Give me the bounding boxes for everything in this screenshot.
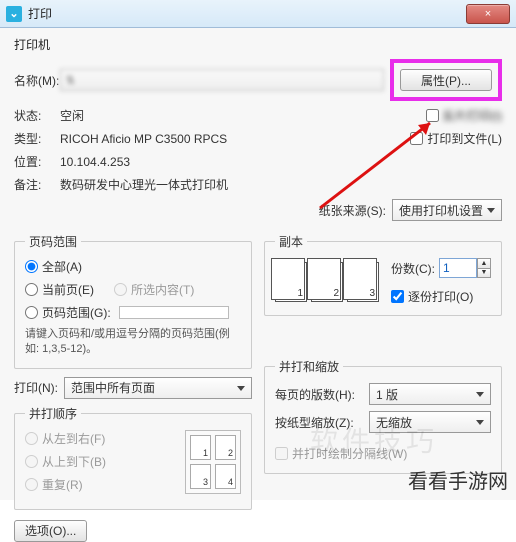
printer-type-value: RICOH Aficio MP C3500 RPCS	[60, 132, 227, 146]
pages-per-sheet-label: 每页的版数(H):	[275, 386, 369, 403]
copies-input[interactable]: 1	[439, 258, 477, 278]
page-range-group: 页码范围 全部(A) 当前页(E) 所选内容(T)	[14, 233, 252, 369]
printer-where-value: 10.104.4.253	[60, 155, 130, 169]
page-range-legend: 页码范围	[25, 233, 81, 250]
paper-source-dropdown[interactable]: 使用打印机设置	[392, 199, 502, 221]
collate-checkbox[interactable]: 逐份打印(O)	[391, 288, 491, 305]
print-to-file-checkbox[interactable]: 打印到文件(L)	[410, 130, 502, 147]
paper-source-label: 纸张来源(S):	[319, 202, 386, 219]
order-preview-icon: 1234	[185, 430, 241, 494]
close-button[interactable]: ×	[466, 4, 510, 24]
printer-status-row: 状态: 空闲 反片打印(I)	[14, 107, 502, 124]
printer-status-label: 状态:	[14, 107, 60, 124]
app-icon: ⌄	[6, 6, 22, 22]
printer-comment-label: 备注:	[14, 176, 60, 193]
scale-to-paper-dropdown[interactable]: 无缩放	[369, 411, 491, 433]
copies-legend: 副本	[275, 233, 307, 250]
printer-name-row: 名称(M): \\ 属性(P)...	[14, 59, 502, 101]
spin-up-icon: ▲	[478, 259, 490, 269]
options-button[interactable]: 选项(O)...	[14, 520, 87, 542]
print-order-legend: 并打顺序	[25, 405, 81, 422]
range-hint: 请键入页码和/或用逗号分隔的页码范围(例如: 1,3,5-12)。	[25, 327, 241, 358]
draw-border-checkbox: 并打时绘制分隔线(W)	[275, 445, 407, 462]
range-current-radio[interactable]: 当前页(E)	[25, 281, 94, 298]
printer-name-label: 名称(M):	[14, 72, 60, 89]
copies-group: 副本 1 2 3 份数(C): 1 ▲▼	[264, 233, 502, 316]
printer-type-label: 类型:	[14, 130, 60, 147]
collate-preview-icon: 1 2 3	[275, 262, 379, 302]
printer-where-row: 位置: 10.104.4.253	[14, 153, 502, 170]
close-icon: ×	[485, 8, 491, 20]
printer-section-title: 打印机	[14, 36, 502, 53]
scale-legend: 并打和缩放	[275, 358, 343, 375]
range-pages-input[interactable]	[119, 306, 229, 319]
print-what-row: 打印(N): 范围中所有页面	[14, 377, 252, 399]
window-title: 打印	[28, 5, 52, 22]
print-what-label: 打印(N):	[14, 379, 58, 396]
printer-where-label: 位置:	[14, 153, 60, 170]
order-ltr-radio: 从左到右(F)	[25, 430, 106, 447]
copies-count-row: 份数(C): 1 ▲▼	[391, 258, 491, 278]
spin-down-icon: ▼	[478, 269, 490, 278]
order-repeat-radio: 重复(R)	[25, 476, 106, 493]
print-what-dropdown[interactable]: 范围中所有页面	[64, 377, 252, 399]
scale-to-paper-label: 按纸型缩放(Z):	[275, 414, 369, 431]
printer-comment-value: 数码研发中心理光一体式打印机	[60, 176, 228, 193]
printer-type-row: 类型: RICOH Aficio MP C3500 RPCS 打印到文件(L)	[14, 130, 502, 147]
reverse-print-checkbox[interactable]: 反片打印(I)	[426, 107, 502, 124]
title-bar: ⌄ 打印 ×	[0, 0, 516, 28]
range-pages-radio[interactable]: 页码范围(G):	[25, 304, 241, 321]
range-selection-radio: 所选内容(T)	[114, 281, 194, 298]
printer-comment-row: 备注: 数码研发中心理光一体式打印机	[14, 176, 502, 193]
print-order-group: 并打顺序 从左到右(F) 从上到下(B) 重复(R) 1234	[14, 405, 252, 510]
printer-status-value: 空闲	[60, 107, 84, 124]
properties-highlight: 属性(P)...	[390, 59, 502, 101]
copies-spinner[interactable]: ▲▼	[477, 258, 491, 278]
range-all-radio[interactable]: 全部(A)	[25, 258, 241, 275]
order-ttb-radio: 从上到下(B)	[25, 453, 106, 470]
paper-source-row: 纸张来源(S): 使用打印机设置	[14, 199, 502, 221]
pages-per-sheet-dropdown[interactable]: 1 版	[369, 383, 491, 405]
printer-name-dropdown[interactable]: \\	[60, 69, 384, 91]
scale-group: 并打和缩放 每页的版数(H): 1 版 按纸型缩放(Z): 无缩放 并打时绘制分…	[264, 358, 502, 474]
dialog-body: 打印机 名称(M): \\ 属性(P)... 状态: 空闲 反片打印(I) 类型…	[0, 28, 516, 500]
copies-label: 份数(C):	[391, 260, 435, 277]
properties-button[interactable]: 属性(P)...	[400, 69, 492, 91]
